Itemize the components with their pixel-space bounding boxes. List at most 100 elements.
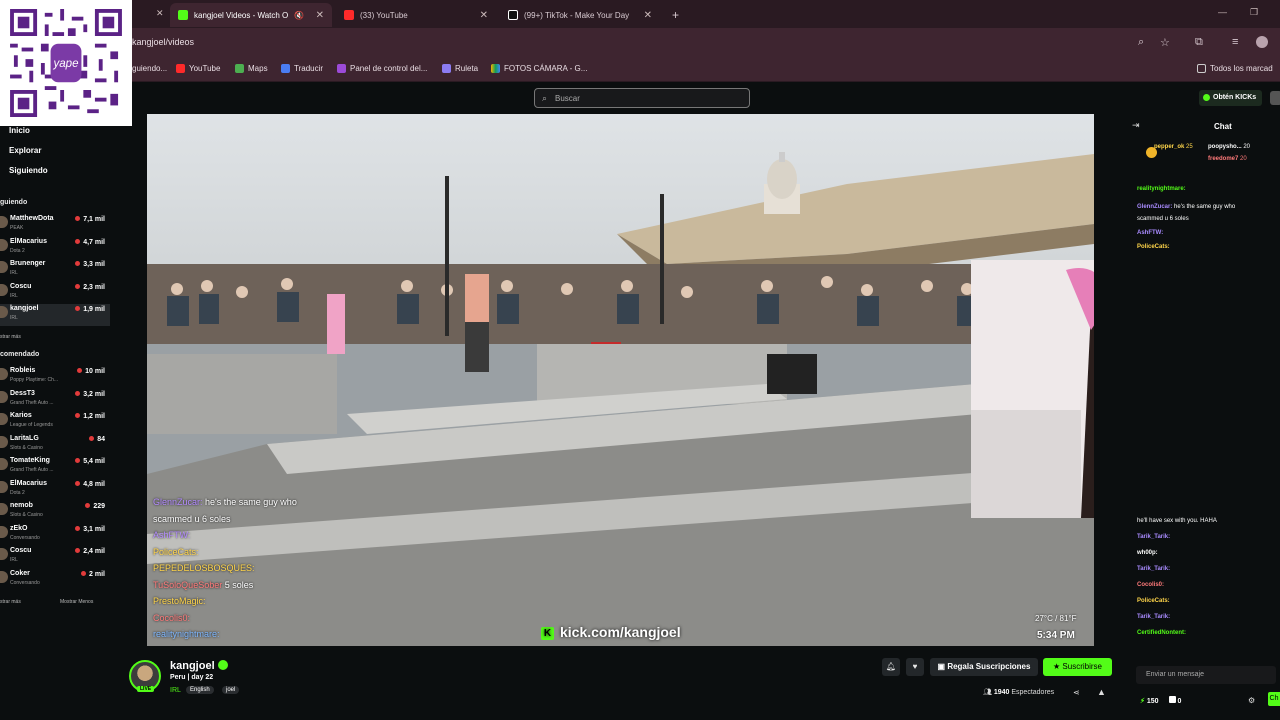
- nav-explorar[interactable]: Explorar: [9, 146, 41, 155]
- chat-username[interactable]: PoliceCats:: [1137, 244, 1170, 250]
- media-icon[interactable]: ≡: [1232, 36, 1238, 48]
- channel-avatar: [0, 238, 8, 251]
- channel-viewers: 84: [89, 436, 105, 443]
- top-gifter[interactable]: poopysho... 20: [1208, 144, 1250, 150]
- follow-heart-icon[interactable]: ♥: [906, 658, 924, 676]
- notifications-bell-icon[interactable]: 🔔︎: [882, 658, 900, 676]
- overlay-chat-line: scammed u 6 soles: [153, 511, 353, 528]
- watermark-text: kick.com/kangjoel: [560, 624, 681, 640]
- chat-username[interactable]: Cocolis0:: [1137, 582, 1164, 588]
- mute-icon[interactable]: 🔇: [294, 11, 304, 20]
- profile-avatar[interactable]: [1256, 36, 1268, 48]
- restore-icon[interactable]: ❐: [1250, 7, 1258, 18]
- collapse-chat-icon[interactable]: ⇥: [1132, 120, 1140, 131]
- channel-viewers: 5,4 mil: [75, 458, 105, 465]
- bookmark-label: Todos los marcad: [1210, 64, 1273, 73]
- bookmark-fotos[interactable]: FOTOS CÁMARA - G...: [491, 64, 587, 73]
- tab-youtube[interactable]: (33) YouTube ✕: [336, 3, 496, 27]
- top-gifter[interactable]: freedome7 20: [1208, 156, 1247, 162]
- nav-siguiendo[interactable]: Siguiendo: [9, 166, 48, 175]
- channel-avatar: [0, 503, 8, 515]
- chat-username[interactable]: realitynightmare:: [1137, 186, 1186, 192]
- close-tab-icon[interactable]: ✕: [480, 10, 488, 21]
- chat-username[interactable]: wh00p:: [1137, 550, 1158, 556]
- bookmark-label: Ruleta: [455, 64, 479, 73]
- nav-inicio[interactable]: Inicio: [9, 126, 30, 135]
- subscribe-button[interactable]: ★ Suscribirse: [1043, 658, 1112, 676]
- get-kicks-button[interactable]: Obtén KICKs: [1199, 90, 1263, 106]
- bookmark-maps[interactable]: Maps: [235, 64, 268, 73]
- video-player[interactable]: GlennZucar: he's the same guy who scamme…: [147, 114, 1094, 646]
- chat-username[interactable]: Tarik_Tarik:: [1137, 534, 1170, 540]
- channel-viewers: 2,4 mil: [75, 548, 105, 555]
- tag-joel[interactable]: joel: [222, 686, 240, 694]
- channel-item[interactable]: TomateKing Grand Theft Auto ... 5,4 mil: [0, 456, 110, 478]
- channel-item[interactable]: ElMacarius Dota 2 4,8 mil: [0, 479, 110, 501]
- bookmark-translate[interactable]: Traducir: [281, 64, 323, 73]
- star-icon: ★: [1053, 662, 1063, 671]
- channel-category: Dota 2: [10, 489, 25, 496]
- bookmark-dashboard[interactable]: Panel de control del...: [337, 64, 427, 73]
- gift-subs-button[interactable]: ▣ Regala Suscripciones: [930, 658, 1038, 676]
- chat-username[interactable]: AshFTW:: [1137, 230, 1163, 236]
- user-avatar[interactable]: [1270, 91, 1280, 105]
- channel-item[interactable]: MatthewDota PEAK 7,1 mil: [0, 214, 110, 236]
- channel-avatar: [0, 261, 8, 273]
- chat-username[interactable]: Tarik_Tarik:: [1137, 614, 1170, 620]
- translate-icon: [281, 64, 290, 73]
- channel-item[interactable]: ElMacarius Dota 2 4,7 mil: [0, 237, 110, 259]
- tab-tiktok[interactable]: (99+) TikTok - Make Your Day ✕: [500, 3, 660, 27]
- channel-item[interactable]: Robleis Poppy Playtime: Ch... 10 mil: [0, 366, 110, 388]
- show-more-link[interactable]: strar más: [0, 599, 21, 605]
- streamer-name[interactable]: kangjoel: [170, 660, 215, 672]
- channel-item[interactable]: DessT3 Grand Theft Auto ... 3,2 mil: [0, 389, 110, 411]
- chat-username[interactable]: Tarik_Tarik:: [1137, 566, 1170, 572]
- zoom-icon[interactable]: ⌕: [1138, 36, 1144, 49]
- channel-name: ElMacarius: [10, 237, 47, 245]
- minimize-icon[interactable]: —: [1218, 7, 1227, 17]
- chat-input[interactable]: Enviar un mensaje: [1136, 666, 1276, 684]
- report-icon[interactable]: ▲: [1097, 687, 1106, 697]
- search-input[interactable]: ⌕ Buscar: [534, 88, 750, 108]
- bookmark-star-icon[interactable]: ☆: [1160, 36, 1170, 49]
- channel-item[interactable]: Karios League of Legends 1,2 mil: [0, 411, 110, 433]
- send-chat-button[interactable]: Ch: [1268, 692, 1280, 706]
- people-icon: 👥︎: [983, 689, 994, 696]
- channel-item[interactable]: LaritaLG Slots & Casino 84: [0, 434, 110, 456]
- close-tab-icon[interactable]: ✕: [156, 8, 164, 19]
- channel-item[interactable]: zEkO Conversando 3,1 mil: [0, 524, 110, 546]
- share-icon[interactable]: ⋖: [1073, 688, 1080, 697]
- channel-category: PEAK: [10, 225, 24, 231]
- close-tab-icon[interactable]: ✕: [644, 10, 652, 21]
- all-bookmarks[interactable]: Todos los marcad: [1197, 64, 1273, 73]
- left-sidebar: Inicio Explorar Siguiendo guiendo Matthe…: [0, 126, 110, 620]
- show-less-link[interactable]: Mostrar Menos: [60, 599, 93, 605]
- category-link[interactable]: IRL: [170, 687, 181, 694]
- overlay-chat-user: Cocolis0:: [153, 612, 191, 623]
- chat-username[interactable]: CertifiedNontent:: [1137, 630, 1186, 636]
- new-tab-button[interactable]: +: [664, 3, 684, 27]
- tab-kangjoel[interactable]: kangjoel Videos - Watch O 🔇 ✕: [170, 3, 332, 27]
- channel-item[interactable]: Coker Conversando 2 mil: [0, 569, 110, 591]
- channel-item[interactable]: Coscu IRL 2,4 mil: [0, 546, 110, 568]
- url-field[interactable]: kangjoel/videos: [132, 37, 194, 47]
- chat-username[interactable]: GlennZucar:: [1137, 204, 1172, 210]
- gifter-name: poopysho...: [1208, 144, 1242, 150]
- kicks-value: 0: [1177, 698, 1182, 705]
- bookmark-ruleta[interactable]: Ruleta: [442, 64, 478, 73]
- chat-settings-icon[interactable]: ⚙: [1248, 696, 1255, 705]
- top-gifter[interactable]: pepper_ok 25: [1154, 144, 1193, 150]
- chat-username[interactable]: PoliceCats:: [1137, 598, 1170, 604]
- bookmark-youtube[interactable]: YouTube: [176, 64, 220, 73]
- overlay-chat-line: TuSoloQueSober 5 soles: [153, 577, 353, 594]
- viewer-count: 👥︎ 1940 Espectadores: [983, 688, 1054, 696]
- channel-item[interactable]: Coscu IRL 2,3 mil: [0, 282, 110, 304]
- channel-item[interactable]: nemob Slots & Casino 229: [0, 501, 110, 523]
- show-more-link[interactable]: strar más: [0, 334, 21, 340]
- extensions-icon[interactable]: ⧉: [1195, 36, 1203, 49]
- bookmark-item[interactable]: guiendo...: [132, 64, 167, 73]
- channel-item[interactable]: kangjoel IRL 1,9 mil: [0, 304, 110, 326]
- tag-english[interactable]: English: [186, 686, 214, 694]
- close-tab-icon[interactable]: ✕: [316, 10, 324, 21]
- channel-item[interactable]: Brunenger IRL 3,3 mil: [0, 259, 110, 281]
